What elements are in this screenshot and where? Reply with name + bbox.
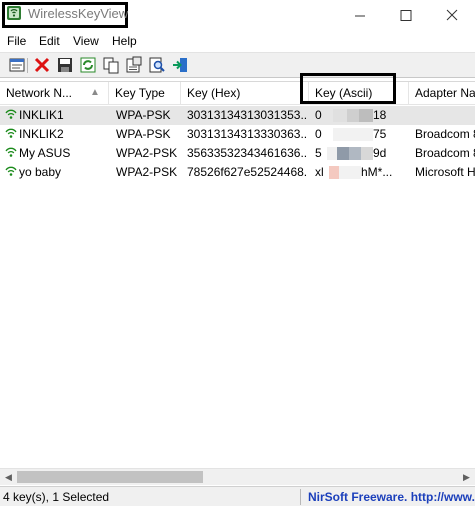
minimize-icon xyxy=(355,15,365,17)
refresh-button[interactable] xyxy=(79,56,97,74)
toolbar xyxy=(0,52,475,78)
redacted-key xyxy=(327,147,373,160)
column-label: Key (Hex) xyxy=(187,86,241,100)
copy-button[interactable] xyxy=(102,56,120,74)
network-name-cell: yo baby xyxy=(4,163,108,182)
menu-file[interactable]: File xyxy=(7,34,26,48)
adapter-name-cell: Broadcom 8 xyxy=(415,146,475,160)
save-button[interactable] xyxy=(56,56,74,74)
key-type-cell: WPA-PSK xyxy=(116,108,171,122)
sort-arrow-icon: ▲ xyxy=(90,87,100,98)
maximize-button[interactable] xyxy=(383,0,429,32)
menu-bar: File Edit View Help xyxy=(0,33,475,51)
refresh-icon xyxy=(80,57,96,73)
key-hex-cell: 30313134313031353... xyxy=(187,108,307,122)
wifi-icon xyxy=(5,166,17,176)
network-name-cell: INKLIK1 xyxy=(4,106,108,125)
exit-button[interactable] xyxy=(171,56,189,74)
key-type-cell: WPA2-PSK xyxy=(116,146,178,160)
network-name-cell: INKLIK2 xyxy=(4,125,108,144)
wifi-icon xyxy=(5,109,17,119)
column-label: Adapter Na xyxy=(415,86,475,100)
save-icon xyxy=(58,58,72,72)
menu-help[interactable]: Help xyxy=(112,34,137,48)
toolbar-separator xyxy=(27,58,28,73)
key-type-cell: WPA-PSK xyxy=(116,127,171,141)
adapter-name-cell: Broadcom 8 xyxy=(415,127,475,141)
html-report-button[interactable] xyxy=(125,56,143,74)
key-hex-cell: 35633532343461636... xyxy=(187,146,307,160)
key-type-cell: WPA2-PSK xyxy=(116,165,178,179)
title-bar: WirelessKeyView xyxy=(0,0,475,32)
key-hex-cell: 30313134313330363... xyxy=(187,127,307,141)
key-ascii-cell: 0 75 xyxy=(315,127,387,141)
column-label: Network N... xyxy=(6,86,73,100)
scroll-thumb[interactable] xyxy=(17,471,203,483)
table-row[interactable]: yo baby WPA2-PSK 78526f627e52524468... x… xyxy=(0,163,475,182)
copy-icon xyxy=(103,57,119,74)
key-ascii-cell: 5 9d xyxy=(315,146,387,160)
keys-list[interactable]: Network N... ▲ Key Type Key (Hex) Key (A… xyxy=(0,81,475,468)
scroll-right-arrow-icon[interactable]: ▶ xyxy=(458,469,475,486)
find-icon xyxy=(149,57,165,73)
exit-icon xyxy=(173,58,187,72)
column-highlight-box xyxy=(300,73,396,104)
app-wifi-icon xyxy=(7,6,21,20)
adapter-name-cell: Microsoft H xyxy=(415,165,475,179)
horizontal-scrollbar[interactable]: ◀ ▶ xyxy=(0,468,475,485)
properties-icon xyxy=(9,58,25,72)
redacted-key xyxy=(333,109,373,122)
column-key-hex[interactable]: Key (Hex) xyxy=(181,82,309,105)
table-row[interactable]: INKLIK1 WPA-PSK 30313134313031353... 0 1… xyxy=(0,106,475,125)
delete-button[interactable] xyxy=(33,56,51,74)
status-separator xyxy=(300,489,301,505)
properties-button[interactable] xyxy=(8,56,26,74)
menu-view[interactable]: View xyxy=(73,34,99,48)
html-report-icon xyxy=(126,56,142,73)
wifi-icon xyxy=(5,128,17,138)
scroll-left-arrow-icon[interactable]: ◀ xyxy=(0,469,17,486)
maximize-icon xyxy=(400,10,412,21)
find-button[interactable] xyxy=(148,56,166,74)
list-header: Network N... ▲ Key Type Key (Hex) Key (A… xyxy=(0,82,475,105)
table-row[interactable]: INKLIK2 WPA-PSK 30313134313330363... 0 7… xyxy=(0,125,475,144)
column-key-type[interactable]: Key Type xyxy=(109,82,181,105)
network-name-cell: My ASUS xyxy=(4,144,108,163)
wifi-icon xyxy=(5,147,17,157)
delete-icon xyxy=(34,57,50,73)
minimize-button[interactable] xyxy=(337,0,383,32)
key-ascii-cell: xl hM*... xyxy=(315,165,393,179)
status-bar: 4 key(s), 1 Selected NirSoft Freeware. h… xyxy=(0,486,475,506)
table-row[interactable]: My ASUS WPA2-PSK 35633532343461636... 5 … xyxy=(0,144,475,163)
window-title: WirelessKeyView xyxy=(28,6,129,21)
key-hex-cell: 78526f627e52524468... xyxy=(187,165,307,179)
menu-edit[interactable]: Edit xyxy=(39,34,60,48)
status-count: 4 key(s), 1 Selected xyxy=(3,490,110,504)
redacted-key xyxy=(329,166,361,179)
nirsoft-link[interactable]: NirSoft Freeware. http://www. xyxy=(308,490,475,504)
column-adapter-name[interactable]: Adapter Na xyxy=(409,82,475,105)
column-label: Key Type xyxy=(115,86,165,100)
adapter-name-cell xyxy=(415,106,475,125)
redacted-key xyxy=(333,128,373,141)
close-icon xyxy=(446,9,458,21)
column-network-name[interactable]: Network N... ▲ xyxy=(0,82,109,105)
key-ascii-cell: 0 18 xyxy=(315,108,387,122)
close-button[interactable] xyxy=(429,0,475,32)
